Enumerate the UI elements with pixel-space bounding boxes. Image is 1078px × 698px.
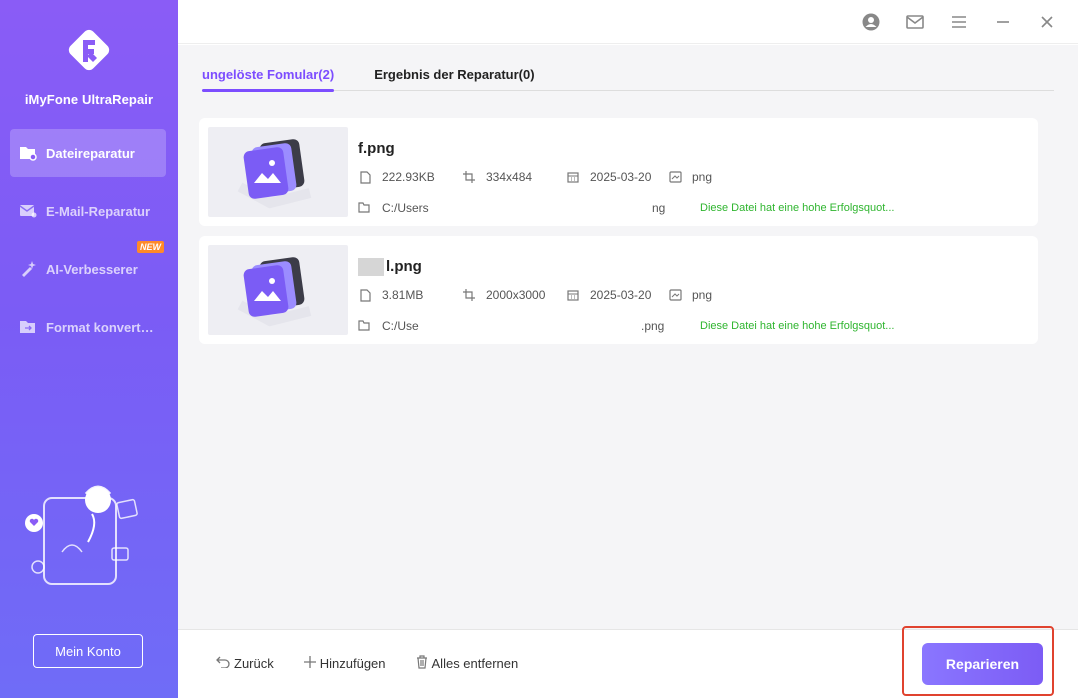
trash-icon [416,655,428,672]
file-status: Diese Datei hat eine hohe Erfolgsquot... [700,320,895,332]
file-dimensions-value: 2000x3000 [486,288,546,302]
minimize-icon[interactable] [992,11,1014,33]
repair-button[interactable]: Reparieren [922,643,1043,685]
format-convert-icon [18,317,38,337]
folder-icon [358,202,370,216]
file-dimensions: 2000x3000 [462,288,545,302]
my-account-button[interactable]: Mein Konto [33,634,143,668]
plus-icon [303,656,316,671]
sidebar-item-email-repair[interactable]: E-Mail-Reparatur [10,187,166,235]
file-name-text: l.png [386,258,422,275]
sidebar-item-file-repair[interactable]: Dateireparatur [10,129,166,177]
close-icon[interactable] [1036,11,1058,33]
undo-icon [216,656,230,671]
remove-all-button[interactable]: Alles entfernen [416,655,519,672]
app-brand: iMyFone UltraRepair [0,22,178,107]
ai-enhance-icon [18,259,38,279]
file-size: 3.81MB [358,288,423,302]
window-controls [860,11,1058,33]
file-path-start: C:/Users [382,201,429,215]
tab-repair-results[interactable]: Ergebnis der Reparatur(0) [374,67,534,91]
bottom-actions: Zurück Hinzufügen Alles entfernen [216,655,518,672]
file-path-end: ng [652,201,666,215]
image-thumbnail [208,245,348,335]
sidebar-nav: Dateireparatur E-Mail-Reparatur AI-Verbe… [10,129,166,361]
redacted-mask [358,258,384,277]
mail-icon[interactable] [904,11,926,33]
file-name-text: f.png [358,140,395,157]
file-type-value: png [692,288,713,302]
file-date: 2025-03-20 [566,170,651,184]
file-type: png [668,170,712,184]
sidebar: iMyFone UltraRepair Dateireparatur E-Mai… [0,0,178,698]
back-button-label: Zurück [234,656,274,671]
file-path-start: C:/Use [382,319,419,333]
file-date-value: 2025-03-20 [590,288,652,302]
file-dimensions-value: 334x484 [486,170,533,184]
file-repair-icon [18,143,38,163]
calendar-icon [566,288,580,302]
file-card[interactable]: f.png 222.93KB 334x484 2025-03-20 png C:… [199,118,1038,226]
remove-all-button-label: Alles entfernen [431,656,519,671]
sidebar-illustration [22,480,152,590]
email-repair-icon [18,201,38,221]
user-icon[interactable] [860,11,882,33]
back-button[interactable]: Zurück [216,655,274,672]
sidebar-item-label: Format konvert… [46,319,154,335]
crop-icon [462,288,476,302]
file-size-value: 3.81MB [382,288,424,302]
file-status: Diese Datei hat eine hohe Erfolgsquot... [700,202,895,214]
file-type-value: png [692,170,713,184]
sidebar-item-label: Dateireparatur [46,145,135,161]
sidebar-item-label: E-Mail-Reparatur [46,203,151,219]
file-icon [358,170,372,184]
new-badge: NEW [137,241,164,253]
image-thumbnail [208,127,348,217]
calendar-icon [566,170,580,184]
file-size: 222.93KB [358,170,435,184]
crop-icon [462,170,476,184]
file-path-end: .png [641,319,665,333]
file-dimensions: 334x484 [462,170,532,184]
sidebar-item-ai-enhancer[interactable]: AI-Verbesserer NEW [10,241,166,293]
file-size-value: 222.93KB [382,170,435,184]
file-name: f.png [358,140,395,157]
image-type-icon [668,170,682,184]
bottom-toolbar: Zurück Hinzufügen Alles entfernen Repari… [178,626,1078,698]
main-panel: ungelöste Fomular(2) Ergebnis der Repara… [178,45,1078,629]
file-type: png [668,288,712,302]
add-button-label: Hinzufügen [319,656,386,671]
file-card[interactable]: l.png 3.81MB 2000x3000 2025-03-20 png C:… [199,236,1038,344]
menu-icon[interactable] [948,11,970,33]
sidebar-item-format-convert[interactable]: Format konvert… [10,303,166,351]
file-icon [358,288,372,302]
app-logo-icon [61,22,117,78]
sidebar-item-label: AI-Verbesserer [46,261,138,277]
file-date-value: 2025-03-20 [590,170,652,184]
add-button[interactable]: Hinzufügen [303,655,386,672]
title-bar [178,0,1078,44]
tab-unresolved[interactable]: ungelöste Fomular(2) [202,67,335,92]
file-name: l.png [358,258,422,277]
tab-bar: ungelöste Fomular(2) Ergebnis der Repara… [202,67,1054,92]
image-type-icon [668,288,682,302]
app-name: iMyFone UltraRepair [24,92,154,107]
folder-icon [358,320,370,334]
file-date: 2025-03-20 [566,288,651,302]
